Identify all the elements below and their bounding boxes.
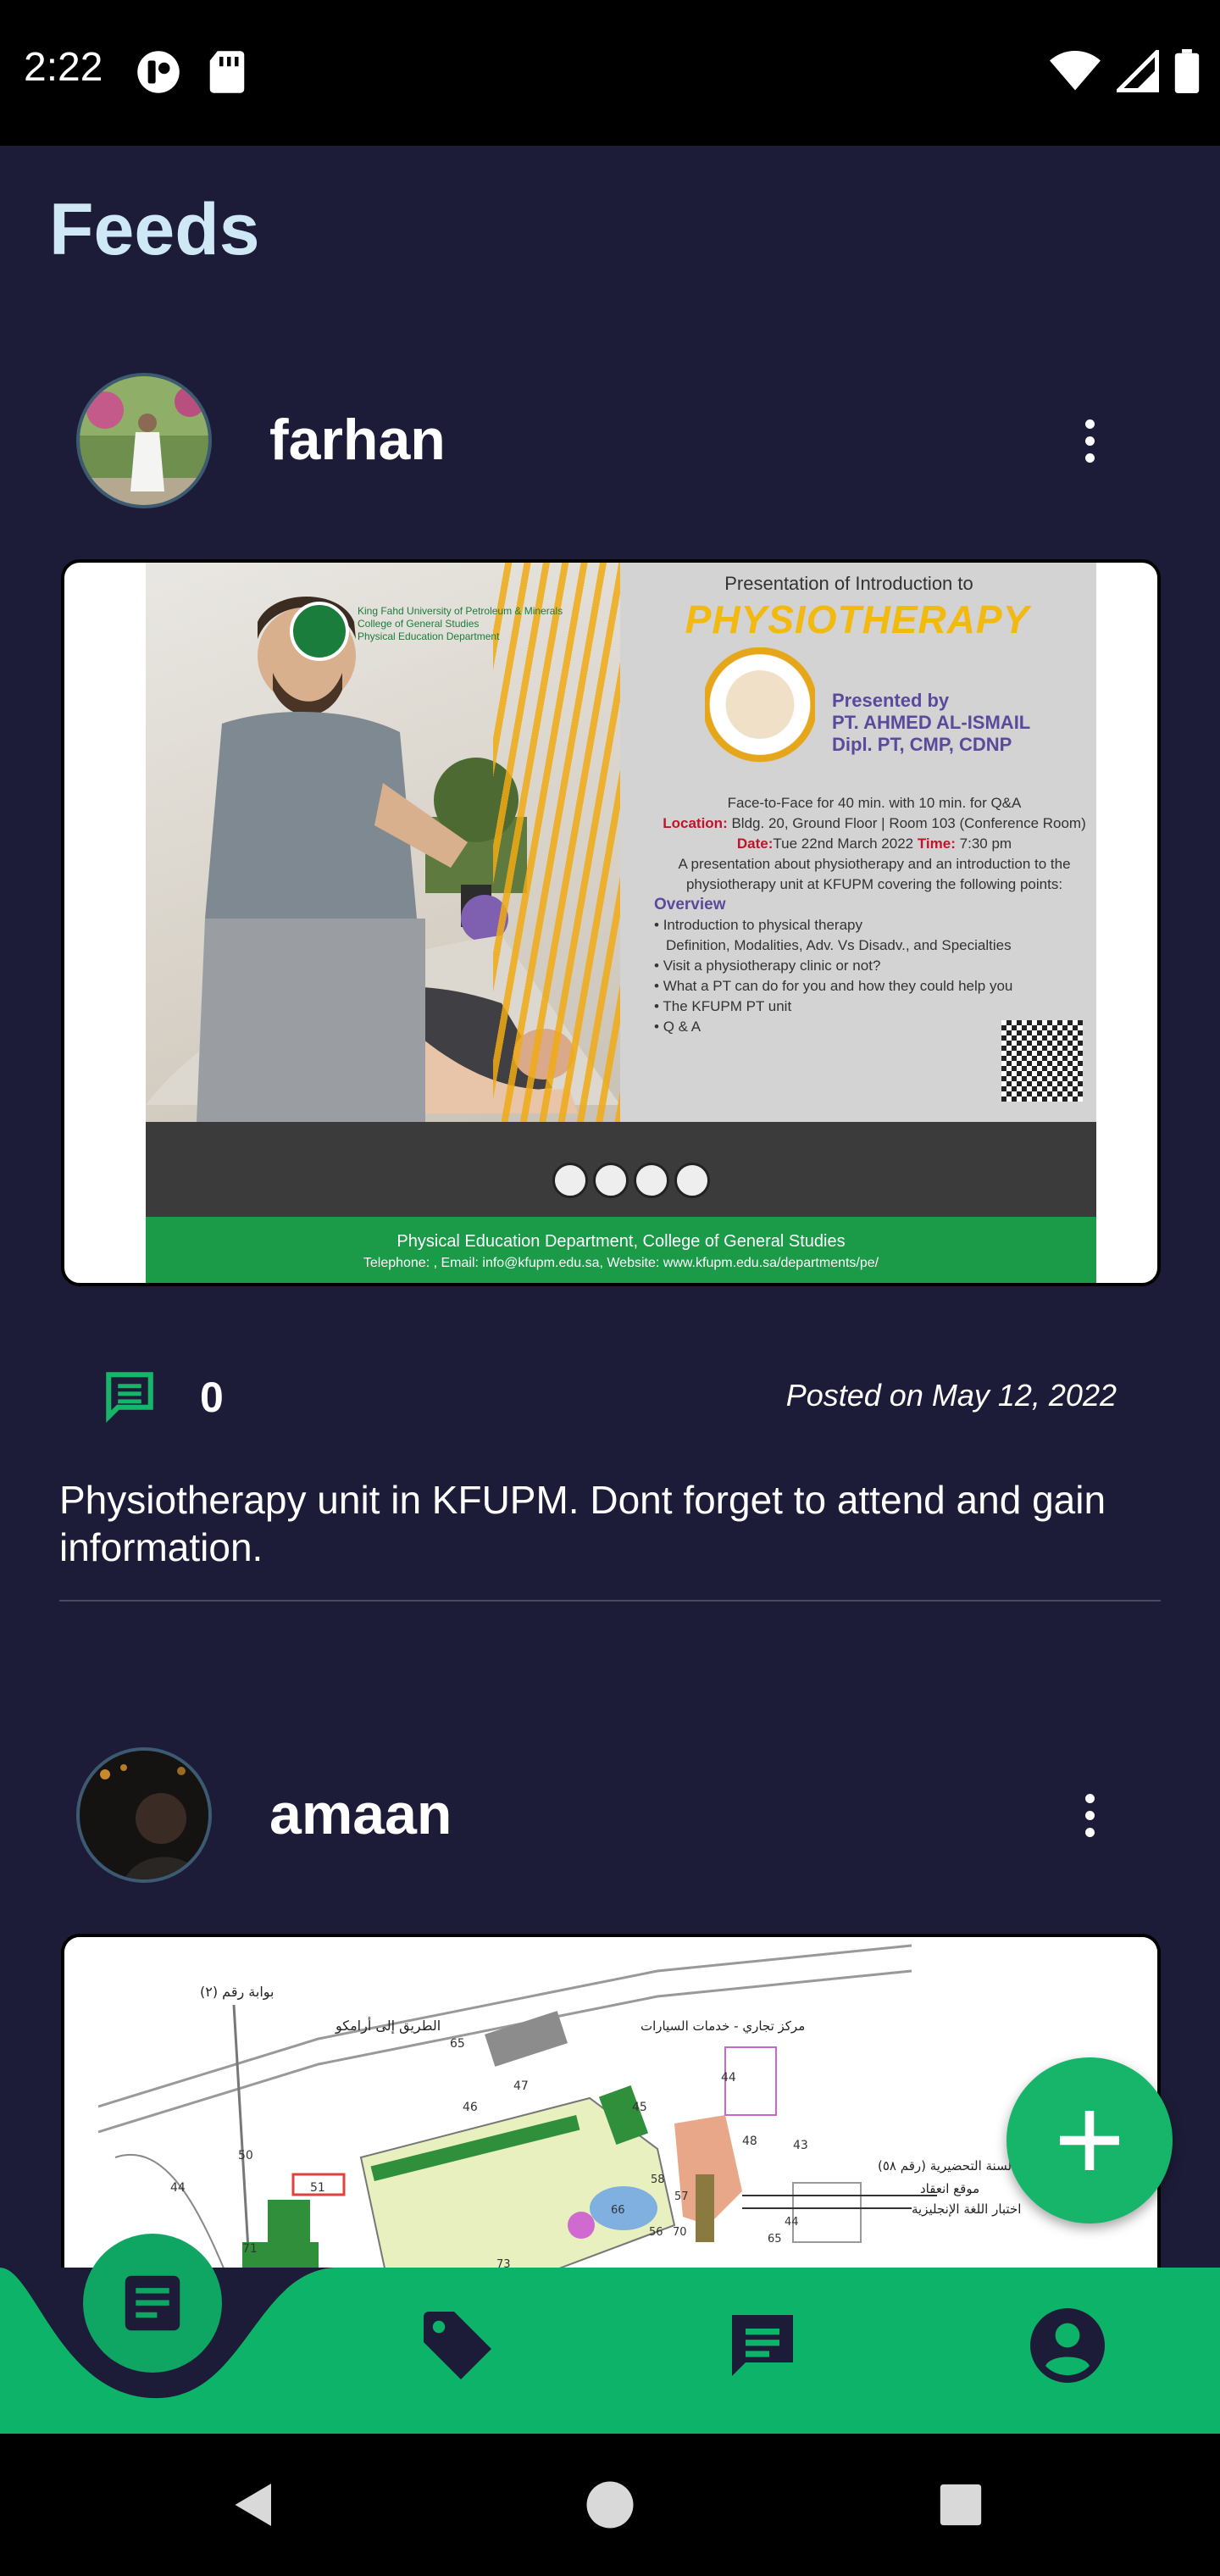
tag-icon [424,2312,491,2379]
physiotherapy-poster: King Fahd University of Petroleum & Mine… [146,563,1096,1283]
poster-org: King Fahd University of Petroleum & Mine… [358,605,563,642]
map-number: 44 [785,2216,799,2229]
comment-count: 0 [200,1374,224,1421]
back-button[interactable] [217,2468,291,2542]
map-number: 57 [674,2190,689,2203]
poster-subtitle: Presentation of Introduction to [724,573,973,594]
username[interactable]: farhan [269,407,446,473]
divider [59,1600,1161,1602]
presenter-photo [705,647,815,774]
battery-icon [1174,49,1200,93]
twitter-icon [634,1163,669,1198]
document-icon [125,2275,180,2331]
page-title: Feeds [49,189,260,270]
nav-feeds[interactable] [83,2234,222,2373]
nav-tags[interactable] [413,2301,502,2390]
map-label: اختبار اللغة الإنجليزية [912,2201,1021,2217]
add-post-button[interactable] [1006,2057,1173,2223]
bottom-nav [0,2234,1220,2434]
signal-icon [1117,50,1159,92]
home-button[interactable] [573,2468,647,2542]
status-bar: 2:22 [0,0,1220,146]
map-number: 66 [611,2204,625,2217]
avatar-photo [80,1751,208,1879]
avatar[interactable] [76,373,212,508]
qr-code [1001,1020,1083,1102]
linkedin-icon [593,1163,629,1198]
map-number: 47 [513,2079,529,2093]
poster-footer-contact: Telephone: , Email: info@kfupm.edu.sa, W… [363,1256,879,1270]
campus-map: بوابة رقم (٢) الطريق إلى أرامكو مركز تجا… [64,1937,1157,2290]
username[interactable]: amaan [269,1781,452,1847]
more-dot [1084,419,1095,429]
map-number: 48 [742,2135,757,2148]
plus-icon [1060,2111,1119,2170]
sd-card-icon [209,51,245,93]
map-label: موقع انعقاد [920,2181,979,2196]
poster-title: PHYSIOTHERAPY [685,597,1030,641]
post-image[interactable]: King Fahd University of Petroleum & Mine… [61,559,1161,1286]
home-icon [586,2481,634,2529]
nav-chat[interactable] [718,2301,807,2390]
posted-date: Posted on May 12, 2022 [785,1378,1117,1413]
recents-icon [940,2484,982,2526]
map-number: 71 [242,2242,258,2256]
map-label: الطريق إلى أرامكو [335,2017,441,2035]
map-number: 70 [673,2226,687,2239]
map-label: مركز تجاري - خدمات السيارات [640,2018,805,2035]
more-dot [1084,1793,1095,1803]
map-number: 44 [170,2181,186,2195]
post-meta: 0 Posted on May 12, 2022 [0,1356,1220,1441]
kfupm-logo [290,602,349,661]
back-icon [235,2484,271,2526]
map-number: 44 [721,2071,736,2085]
nav-profile[interactable] [1023,2301,1112,2390]
avatar-photo [80,376,208,505]
map-number: 50 [238,2149,253,2162]
more-options-button[interactable] [1059,407,1120,475]
poster-details: Face-to-Face for 40 min. with 10 min. fo… [654,795,1086,1035]
recents-button[interactable] [923,2468,998,2542]
more-dot [1084,436,1095,446]
map-number: 43 [793,2139,808,2152]
more-dot [1084,1810,1095,1820]
map-number: 45 [632,2101,647,2114]
youtube-icon [674,1163,710,1198]
poster-footer-dept: Physical Education Department, College o… [396,1232,846,1251]
poster-presenter: Presented by PT. AHMED AL-ISMAIL Dipl. P… [832,690,1031,755]
more-options-button[interactable] [1059,1781,1120,1849]
comment-icon[interactable] [102,1368,158,1424]
map-number: 65 [450,2037,465,2051]
map-number: 65 [768,2233,782,2246]
more-dot [1084,452,1095,463]
map-number: 46 [463,2101,478,2114]
map-label: بوابة رقم (٢) [200,1984,274,2001]
more-dot [1084,1827,1095,1837]
map-number: 51 [310,2181,325,2195]
map-number: 58 [651,2174,665,2186]
map-number: 56 [649,2226,663,2239]
post-caption: Physiotherapy unit in KFUPM. Dont forget… [59,1478,1106,1569]
app-notification-icon [137,51,180,93]
status-left-icons [136,49,247,95]
avatar[interactable] [76,1747,212,1883]
wifi-icon [1050,51,1101,91]
status-time: 2:22 [24,45,103,90]
system-nav [0,2434,1220,2576]
chat-icon [732,2315,793,2376]
map-label: السنة التحضيرية (رقم ٥٨) [878,2158,1015,2174]
status-right-icons [1049,49,1200,93]
facebook-icon [552,1163,588,1198]
poster-social-icons [552,1163,710,1198]
post-image[interactable]: بوابة رقم (٢) الطريق إلى أرامكو مركز تجا… [61,1934,1161,2290]
account-icon [1030,2308,1105,2383]
